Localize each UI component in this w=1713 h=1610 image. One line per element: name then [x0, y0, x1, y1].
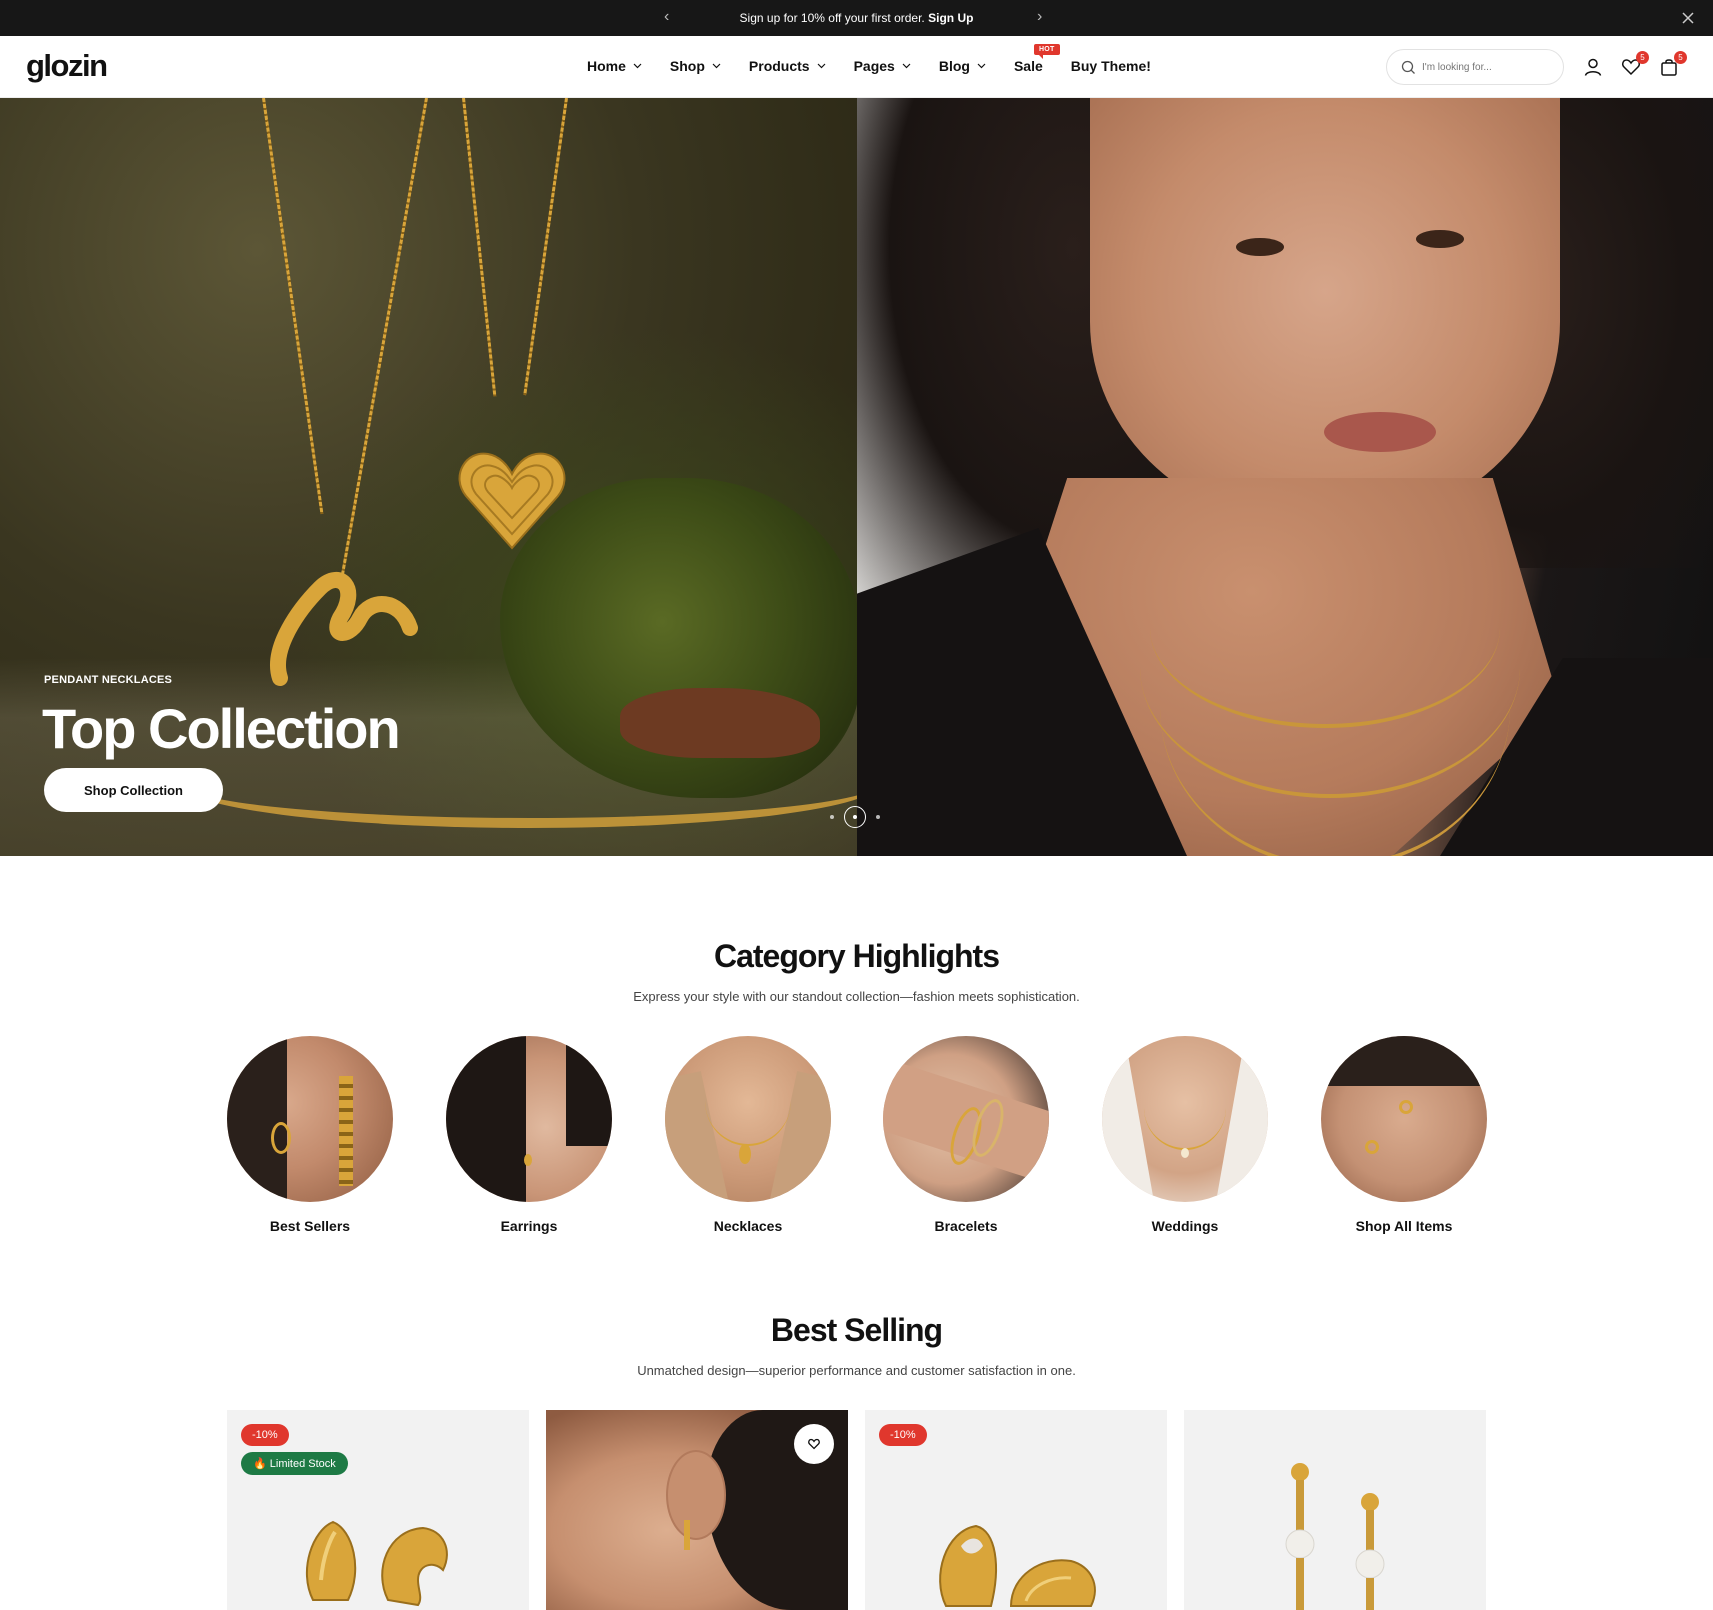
heart-icon [808, 1438, 820, 1450]
category-image [1102, 1036, 1268, 1202]
category-image [227, 1036, 393, 1202]
hero-eyebrow: PENDANT NECKLACES [44, 674, 173, 686]
category-label: Earrings [500, 1218, 558, 1234]
slider-dot-active[interactable] [844, 806, 866, 828]
nav-buy-theme[interactable]: Buy Theme! [1071, 58, 1151, 74]
product-card[interactable] [1184, 1410, 1486, 1610]
category-image [665, 1036, 831, 1202]
wishlist-count: 5 [1636, 51, 1649, 64]
necklace-chain [462, 98, 497, 397]
hero-model-necklace [1160, 548, 1510, 856]
nav-blog[interactable]: Blog [939, 58, 986, 74]
product-image-earrings [939, 1524, 1096, 1607]
site-logo[interactable]: glozin [26, 48, 108, 84]
search-box[interactable] [1386, 49, 1564, 85]
close-icon[interactable] [1679, 9, 1697, 27]
chevron-down-icon [712, 63, 721, 69]
announcement-text: Sign up for 10% off your first order. [739, 11, 925, 25]
product-card[interactable] [546, 1410, 848, 1610]
shop-collection-button[interactable]: Shop Collection [44, 768, 223, 812]
slider-dot[interactable] [830, 815, 834, 819]
account-icon[interactable] [1582, 56, 1604, 78]
slider-dots [830, 806, 880, 828]
search-input[interactable] [1422, 61, 1552, 73]
hero-model-lips [1324, 412, 1436, 452]
announcement-prev-icon[interactable]: ‹ [664, 9, 669, 25]
nav-sale[interactable]: Sale HOT [1013, 44, 1060, 74]
category-best-sellers[interactable]: Best Sellers [227, 1036, 393, 1234]
product-card[interactable]: -10% [865, 1410, 1167, 1610]
main-nav: Home Shop Products Pages Blog Sale HOT B… [587, 44, 1179, 74]
necklace-chain [262, 98, 324, 515]
wishlist-button[interactable]: 5 [1620, 51, 1649, 78]
search-icon [1401, 60, 1415, 74]
announcement-message: Sign up for 10% off your first order. Si… [740, 11, 974, 25]
cart-count: 5 [1674, 51, 1687, 64]
slider-dot[interactable] [876, 815, 880, 819]
category-weddings[interactable]: Weddings [1102, 1036, 1268, 1234]
announcement-bar: ‹ Sign up for 10% off your first order. … [0, 0, 1713, 36]
hero-model-face [1090, 98, 1560, 528]
nav-shop-label: Shop [669, 58, 705, 74]
necklace-chain [339, 98, 428, 581]
category-highlights-title: Category Highlights [713, 938, 1000, 974]
sign-up-link[interactable]: Sign Up [928, 11, 973, 25]
heart-pendant [458, 452, 566, 550]
necklace-chain [523, 98, 568, 396]
hero-model-eye [1236, 238, 1284, 256]
best-selling-subtitle: Unmatched design—superior performance an… [637, 1363, 1076, 1378]
nav-products[interactable]: Products [749, 58, 826, 74]
cart-button[interactable]: 5 [1658, 51, 1687, 78]
product-image-earrings [305, 1520, 448, 1607]
category-image [446, 1036, 612, 1202]
fire-icon: 🔥 [253, 1458, 267, 1470]
chevron-down-icon [633, 63, 642, 69]
best-selling-title: Best Selling [770, 1312, 943, 1348]
hot-badge: HOT [1033, 44, 1060, 59]
category-highlights-subtitle: Express your style with our standout col… [633, 989, 1080, 1004]
nav-home[interactable]: Home [587, 58, 642, 74]
nav-blog-label: Blog [938, 58, 970, 74]
nav-buy-theme-label: Buy Theme! [1070, 58, 1151, 74]
category-label: Necklaces [713, 1218, 783, 1234]
sale-badge: -10% [879, 1424, 927, 1446]
category-label: Best Sellers [269, 1218, 351, 1234]
sale-badge: -10% [241, 1424, 289, 1446]
hero-image-left: PENDANT NECKLACES Top Collection Shop Co… [0, 98, 880, 856]
nav-home-label: Home [587, 58, 626, 74]
category-shop-all[interactable]: Shop All Items [1321, 1036, 1487, 1234]
category-bracelets[interactable]: Bracelets [883, 1036, 1049, 1234]
limited-stock-badge: 🔥 Limited Stock [241, 1452, 348, 1475]
nav-shop[interactable]: Shop [670, 58, 721, 74]
announcement-next-icon[interactable]: › [1037, 9, 1042, 25]
letter-m-pendant [270, 572, 418, 686]
hero-title: Top Collection [42, 697, 401, 760]
hero-slider: PENDANT NECKLACES Top Collection Shop Co… [0, 98, 1713, 856]
nav-sale-label: Sale [1013, 58, 1043, 74]
nav-pages[interactable]: Pages [854, 58, 911, 74]
site-header: glozin Home Shop Products Pages Blog Sal… [0, 36, 1713, 98]
category-necklaces[interactable]: Necklaces [665, 1036, 831, 1234]
product-image-pearl-earrings [1285, 1463, 1385, 1610]
category-image [1321, 1036, 1487, 1202]
nav-products-label: Products [748, 58, 810, 74]
chevron-down-icon [977, 63, 986, 69]
category-image [883, 1036, 1049, 1202]
nav-pages-label: Pages [853, 58, 895, 74]
chevron-down-icon [817, 63, 826, 69]
category-earrings[interactable]: Earrings [446, 1036, 612, 1234]
product-card[interactable]: -10% 🔥 Limited Stock [227, 1410, 529, 1610]
category-label: Bracelets [934, 1218, 998, 1234]
hero-model-eye [1416, 230, 1464, 248]
category-label: Shop All Items [1355, 1218, 1453, 1234]
category-label: Weddings [1151, 1218, 1219, 1234]
limited-stock-label: Limited Stock [269, 1458, 336, 1470]
add-to-wishlist-button[interactable] [794, 1424, 834, 1464]
chevron-down-icon [902, 63, 911, 69]
